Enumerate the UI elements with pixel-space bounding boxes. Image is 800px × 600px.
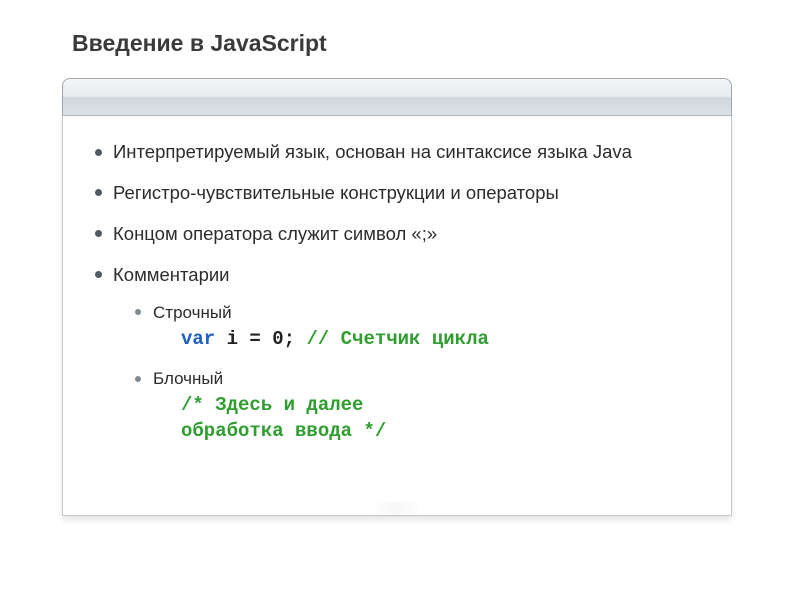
sub-bullet-item: Строчный var i = 0; // Счетчик цикла	[113, 302, 701, 353]
bullet-label: Комментарии	[113, 264, 230, 285]
code-comment: обработка ввода */	[181, 420, 386, 442]
code-comment: /* Здесь и далее	[181, 394, 363, 416]
bullet-item: Регистро-чувствительные конструкции и оп…	[93, 181, 701, 206]
sub-bullet-label: Строчный	[153, 303, 232, 322]
code-comment: // Счетчик цикла	[306, 328, 488, 350]
sub-bullet-item: Блочный /* Здесь и далее обработка ввода…	[113, 368, 701, 444]
code-block-comment: /* Здесь и далее обработка ввода */	[181, 393, 701, 444]
code-plain: i = 0;	[215, 328, 306, 350]
card-body: Интерпретируемый язык, основан на синтак…	[62, 116, 732, 516]
slide-title: Введение в JavaScript	[72, 30, 327, 57]
bullet-item: Концом оператора служит символ «;»	[93, 222, 701, 247]
sub-bullet-label: Блочный	[153, 369, 223, 388]
card-header-bar	[62, 78, 732, 116]
content-card: Интерпретируемый язык, основан на синтак…	[62, 78, 732, 528]
sub-bullet-list: Строчный var i = 0; // Счетчик цикла Бло…	[113, 302, 701, 445]
bullet-item: Комментарии Строчный var i = 0; // Счетч…	[93, 263, 701, 445]
code-line-comment: var i = 0; // Счетчик цикла	[181, 327, 701, 353]
code-keyword: var	[181, 328, 215, 350]
bullet-list: Интерпретируемый язык, основан на синтак…	[93, 140, 701, 445]
bullet-item: Интерпретируемый язык, основан на синтак…	[93, 140, 701, 165]
